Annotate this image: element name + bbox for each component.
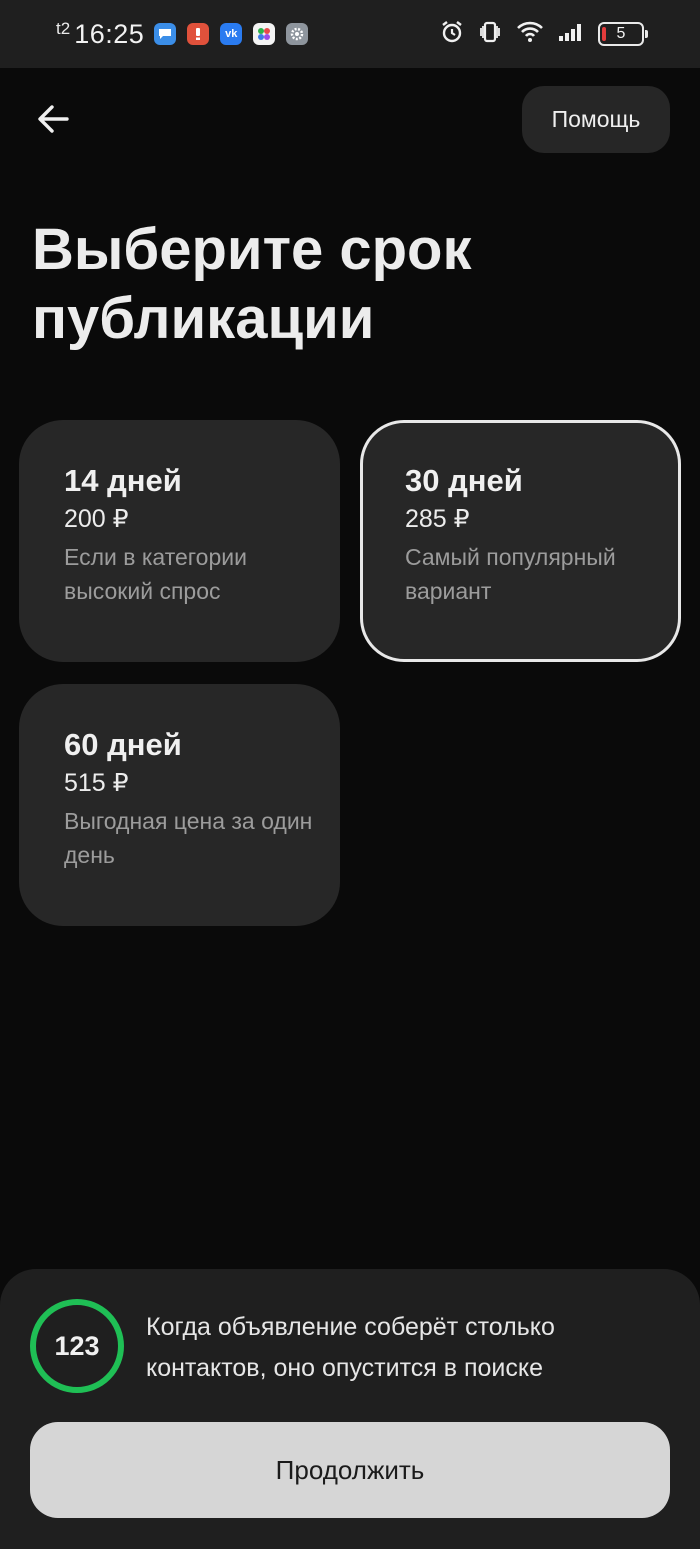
notification-icons: vk bbox=[154, 23, 309, 45]
plan-description: Самый популярный вариант bbox=[405, 544, 616, 604]
page-title: Выберите срок публикации bbox=[32, 217, 472, 351]
contacts-note: Когда объявление соберёт столько контакт… bbox=[146, 1313, 555, 1382]
plan-description: Выгодная цена за один день bbox=[64, 808, 313, 868]
plan-card-60-days[interactable]: 60 дней 515 ₽ Выгодная цена за один день bbox=[19, 684, 340, 926]
vibrate-icon bbox=[478, 20, 502, 49]
plan-price: 515 ₽ bbox=[64, 769, 129, 797]
contacts-count-badge: 123 bbox=[30, 1299, 124, 1393]
system-status-icons: 5 bbox=[440, 20, 648, 49]
alarm-icon bbox=[440, 20, 464, 49]
plan-days: 30 дней bbox=[405, 463, 523, 498]
vk-icon: vk bbox=[220, 23, 243, 45]
carrier-label: t2 bbox=[56, 19, 71, 38]
plan-days: 60 дней bbox=[64, 727, 182, 762]
continue-button[interactable]: Продолжить bbox=[30, 1422, 670, 1518]
wifi-icon bbox=[516, 21, 544, 48]
signal-icon bbox=[558, 22, 584, 47]
status-bar: t2 16:25 vk 5 bbox=[0, 0, 700, 68]
settings-app-icon bbox=[286, 23, 309, 45]
back-button[interactable] bbox=[30, 96, 76, 142]
status-clock: 16:25 bbox=[74, 18, 145, 49]
plan-price: 200 ₽ bbox=[64, 505, 129, 533]
alert-app-icon bbox=[187, 23, 210, 45]
plan-description: Если в категории высокий спрос bbox=[64, 544, 247, 604]
plan-price: 285 ₽ bbox=[405, 505, 470, 533]
plan-card-14-days[interactable]: 14 дней 200 ₽ Если в категории высокий с… bbox=[19, 420, 340, 662]
battery-icon: 5 bbox=[598, 22, 648, 46]
messages-icon bbox=[154, 23, 177, 45]
app-dots-icon bbox=[253, 23, 276, 45]
plan-days: 14 дней bbox=[64, 463, 182, 498]
bottom-sheet: 123 Когда объявление соберёт столько кон… bbox=[0, 1269, 700, 1549]
plan-card-30-days[interactable]: 30 дней 285 ₽ Самый популярный вариант bbox=[360, 420, 681, 662]
help-button[interactable]: Помощь bbox=[522, 86, 670, 153]
arrow-left-icon bbox=[38, 105, 69, 133]
